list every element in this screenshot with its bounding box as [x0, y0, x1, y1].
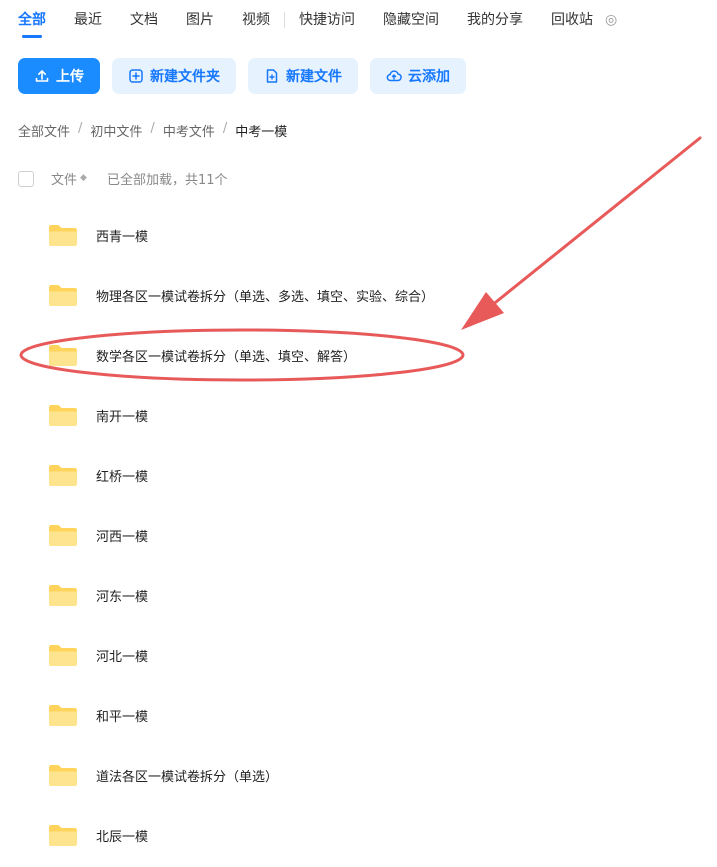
new-file-label: 新建文件 [286, 69, 342, 85]
new-folder-label: 新建文件夹 [150, 69, 220, 85]
list-item[interactable]: 物理各区一模试卷拆分（单选、多选、填空、实验、综合） [48, 280, 434, 310]
file-name: 河西一模 [96, 529, 149, 545]
new-file-icon [266, 69, 278, 83]
folder-icon [49, 825, 77, 846]
file-name: 数学各区一模试卷拆分（单选、填空、解答） [96, 349, 357, 365]
sort-icon[interactable]: ◆ [80, 174, 87, 183]
tab-divider [284, 12, 285, 28]
folder-icon [49, 765, 77, 786]
folder-icon [49, 285, 77, 306]
list-item[interactable]: 和平一模 [48, 700, 148, 730]
file-name: 西青一模 [96, 229, 149, 245]
file-list-header: 文件 ◆ 已全部加载，共11个 [18, 169, 227, 188]
list-item[interactable]: 数学各区一模试卷拆分（单选、填空、解答） [48, 340, 356, 370]
upload-button[interactable]: 上传 [18, 58, 100, 94]
breadcrumb-current: 中考一模 [235, 125, 288, 140]
annotation-arrow-shaft [484, 136, 702, 312]
folder-icon [49, 705, 77, 726]
tab-videos[interactable]: 视频 [242, 10, 270, 30]
tab-hidden-space[interactable]: 隐藏空间 [383, 10, 439, 30]
list-item[interactable]: 红桥一模 [48, 460, 148, 490]
folder-icon [49, 525, 77, 546]
list-item[interactable]: 道法各区一模试卷拆分（单选） [48, 760, 278, 790]
breadcrumb-item-exam-files[interactable]: 中考文件 [163, 121, 215, 140]
breadcrumb-separator: / [78, 121, 83, 136]
tab-documents[interactable]: 文档 [130, 10, 158, 30]
tab-my-shares[interactable]: 我的分享 [467, 10, 523, 30]
category-tabs: 全部 最近 文档 图片 视频 快捷访问 隐藏空间 我的分享 回收站 ◎ [18, 10, 617, 40]
folder-icon [49, 585, 77, 606]
file-name: 物理各区一模试卷拆分（单选、多选、填空、实验、综合） [96, 289, 435, 305]
breadcrumb-item-junior-files[interactable]: 初中文件 [90, 121, 142, 140]
breadcrumb-item-all-files[interactable]: 全部文件 [18, 121, 70, 140]
tab-images[interactable]: 图片 [186, 10, 214, 30]
load-status-text: 已全部加载，共11个 [106, 173, 228, 188]
folder-icon [49, 465, 77, 486]
file-name: 红桥一模 [96, 469, 149, 485]
new-folder-button[interactable]: 新建文件夹 [112, 58, 236, 94]
file-manager-page: 全部 最近 文档 图片 视频 快捷访问 隐藏空间 我的分享 回收站 ◎ 上传 新… [0, 0, 717, 867]
tab-recent[interactable]: 最近 [74, 10, 102, 30]
settings-ring-icon[interactable]: ◎ [605, 10, 617, 30]
list-item[interactable]: 西青一模 [48, 220, 148, 250]
cloud-upload-icon [386, 70, 402, 82]
list-item[interactable]: 南开一模 [48, 400, 148, 430]
folder-icon [49, 645, 77, 666]
file-name: 和平一模 [96, 709, 149, 725]
upload-icon [35, 70, 49, 82]
cloud-add-button[interactable]: 云添加 [370, 58, 466, 94]
new-folder-icon [129, 69, 143, 83]
list-item[interactable]: 河北一模 [48, 640, 148, 670]
file-name: 河东一模 [96, 589, 149, 605]
annotation-arrowhead [461, 292, 504, 330]
cloud-add-label: 云添加 [408, 69, 450, 85]
breadcrumb-separator: / [222, 121, 228, 136]
file-name: 南开一模 [96, 409, 149, 425]
folder-icon [49, 405, 77, 426]
breadcrumb: 全部文件 / 初中文件 / 中考文件 / 中考一模 [18, 121, 287, 140]
toolbar: 上传 新建文件夹 新建文件 云添加 [18, 58, 466, 94]
file-column-header[interactable]: 文件 [51, 169, 77, 188]
folder-icon [49, 225, 77, 246]
new-file-button[interactable]: 新建文件 [248, 58, 358, 94]
list-item[interactable]: 北辰一模 [48, 820, 148, 850]
folder-icon [49, 345, 77, 366]
list-item[interactable]: 河东一模 [48, 580, 148, 610]
tab-quick-access[interactable]: 快捷访问 [299, 10, 355, 30]
tab-all[interactable]: 全部 [18, 10, 46, 38]
select-all-checkbox[interactable] [18, 170, 34, 187]
file-name: 道法各区一模试卷拆分（单选） [96, 769, 279, 785]
file-name: 北辰一模 [96, 829, 149, 845]
tab-recycle-bin[interactable]: 回收站 [551, 10, 593, 30]
breadcrumb-separator: / [150, 121, 155, 136]
file-name: 河北一模 [96, 649, 149, 665]
list-item[interactable]: 河西一模 [48, 520, 148, 550]
upload-label: 上传 [56, 69, 84, 85]
